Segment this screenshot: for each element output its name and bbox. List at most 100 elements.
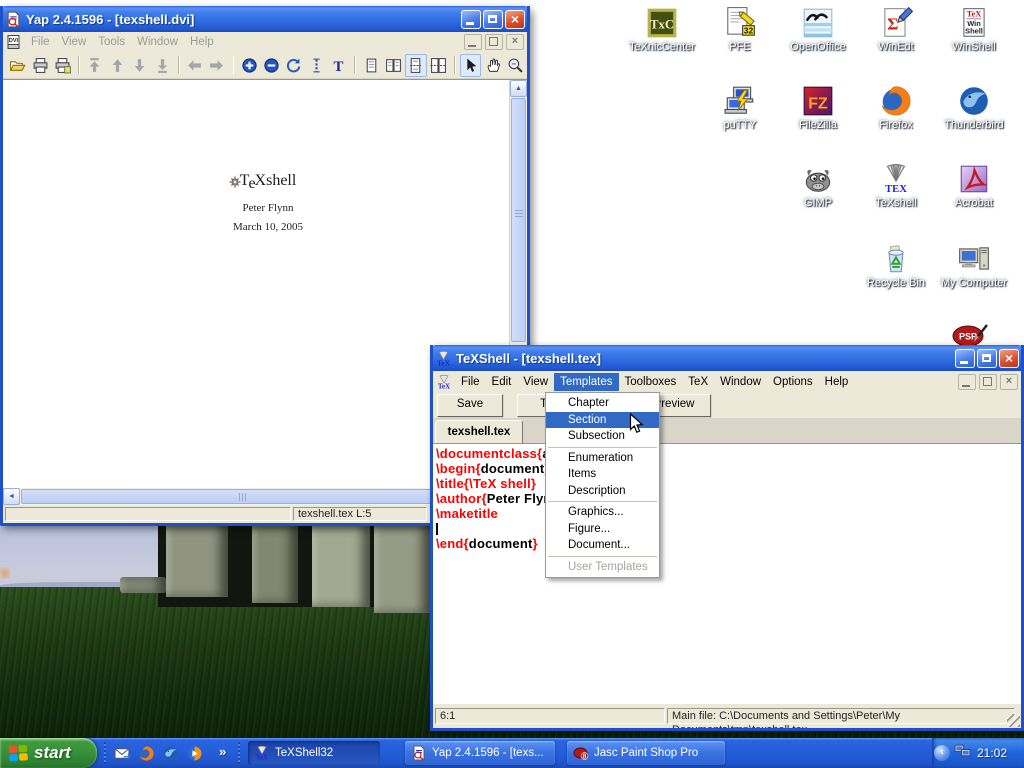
minimize-button[interactable] — [955, 349, 975, 368]
menu-item-graphics[interactable]: Graphics... — [546, 504, 659, 521]
texshell-icon: TEX — [858, 162, 934, 196]
menu-item-chapter[interactable]: Chapter — [546, 395, 659, 412]
resize-grip[interactable] — [1007, 714, 1020, 727]
texshell-menu-toolboxes[interactable]: Toolboxes — [619, 373, 683, 391]
hand-tool-icon[interactable] — [482, 54, 503, 77]
hide-tray-icons-button[interactable]: ‹ — [934, 745, 950, 761]
menu-item-user-templates[interactable]: User Templates — [546, 559, 659, 576]
texshell-menu-help[interactable]: Help — [819, 373, 855, 391]
view-single-icon[interactable] — [360, 54, 381, 77]
mdi-close-button[interactable]: × — [506, 34, 524, 50]
minimize-button[interactable] — [461, 10, 481, 29]
ruler-icon[interactable] — [306, 54, 327, 77]
zoom-out-icon[interactable] — [261, 54, 282, 77]
menu-item-subsection[interactable]: Subsection — [546, 428, 659, 445]
text-mode-icon[interactable]: T — [328, 54, 349, 77]
desktop-icon-firefox[interactable]: Firefox — [858, 84, 934, 132]
desktop-icon-putty[interactable]: puTTY — [702, 84, 778, 132]
page-up-icon[interactable] — [107, 54, 128, 77]
desktop-icon-acrobat[interactable]: Acrobat — [936, 162, 1012, 210]
desktop-icon-my-computer[interactable]: My Computer — [936, 242, 1012, 290]
print-doc-icon[interactable] — [52, 54, 73, 77]
texshell-titlebar[interactable]: TeX TeXShell - [texshell.tex] × — [430, 345, 1024, 371]
texshell-menu-file[interactable]: File — [455, 373, 486, 391]
scroll-left-button[interactable]: ◄ — [3, 488, 20, 505]
desktop-icon-label: PFE — [702, 41, 778, 54]
quick-launch-thunderbird-icon[interactable] — [162, 745, 179, 762]
texshell-menu-window[interactable]: Window — [714, 373, 767, 391]
mdi-minimize-button[interactable] — [958, 374, 976, 390]
quick-launch-media-player-icon[interactable] — [186, 745, 203, 762]
yap-menu-tools[interactable]: Tools — [92, 33, 131, 51]
texshell-menu-view[interactable]: View — [517, 373, 554, 391]
print-icon[interactable] — [29, 54, 50, 77]
back-icon[interactable] — [184, 54, 205, 77]
maximize-button[interactable] — [483, 10, 503, 29]
yap-menu-view[interactable]: View — [56, 33, 93, 51]
network-tray-icon[interactable] — [950, 742, 971, 764]
page-first-icon[interactable] — [84, 54, 105, 77]
desktop-icon-pfe[interactable]: 32PFE — [702, 6, 778, 54]
menu-item-section[interactable]: Section — [546, 412, 659, 429]
desktop-icon-filezilla[interactable]: FZFileZilla — [780, 84, 856, 132]
texshell-menu-templates[interactable]: Templates — [554, 373, 618, 391]
close-button[interactable]: × — [505, 10, 525, 29]
yap-menu-window[interactable]: Window — [131, 33, 184, 51]
taskbar-clock[interactable]: 21:02 — [977, 746, 1007, 760]
yap-menu-file[interactable]: File — [25, 33, 56, 51]
mdi-close-button[interactable]: × — [1000, 374, 1018, 390]
desktop-icon-recycle-bin[interactable]: Recycle Bin — [858, 242, 934, 290]
taskbar-button-jasc-paint-shop-pro[interactable]: 8Jasc Paint Shop Pro — [567, 741, 725, 765]
horizon-glow — [0, 567, 10, 579]
quick-launch-firefox-icon[interactable] — [138, 745, 155, 762]
editor-line: \documentclass{article} — [433, 446, 1021, 461]
close-button[interactable]: × — [999, 349, 1019, 368]
maximize-button[interactable] — [977, 349, 997, 368]
view-continuous-icon[interactable] — [405, 54, 426, 77]
code-editor[interactable]: \documentclass{article}\begin{document}\… — [433, 443, 1021, 704]
menu-item-description[interactable]: Description — [546, 483, 659, 500]
desktop-icon-texshell[interactable]: TEXTeXshell — [858, 162, 934, 210]
taskbar-button-texshell32[interactable]: TeXTeXShell32 — [248, 741, 380, 765]
desktop-icon-winshell[interactable]: TeXWinShellWinShell — [936, 6, 1012, 54]
page-last-icon[interactable] — [151, 54, 172, 77]
texshell-menu-tex[interactable]: TeX — [682, 373, 714, 391]
scrollbar-thumb[interactable] — [21, 489, 465, 504]
texshell-menu-options[interactable]: Options — [767, 373, 819, 391]
zoom-in-icon[interactable] — [238, 54, 259, 77]
desktop-icon-thunderbird[interactable]: Thunderbird — [936, 84, 1012, 132]
dvi-author-text: Peter Flynn — [163, 202, 373, 214]
menu-item-items[interactable]: Items — [546, 466, 659, 483]
save-button[interactable]: Save — [437, 394, 503, 417]
menu-item-enumeration[interactable]: Enumeration — [546, 450, 659, 467]
scroll-up-button[interactable]: ▲ — [510, 80, 527, 97]
taskbar-button-yap-2-4-1596-texs[interactable]: Yap 2.4.1596 - [texs... — [405, 741, 555, 765]
desktop-icon-openoffice[interactable]: OpenOffice — [780, 6, 856, 54]
desktop-icon-winedt[interactable]: ΣWinEdt — [858, 6, 934, 54]
view-continuous-facing-icon[interactable] — [428, 54, 449, 77]
quick-launch-overflow-chevron[interactable]: » — [219, 744, 226, 759]
forward-icon[interactable] — [206, 54, 227, 77]
mdi-restore-button[interactable] — [485, 34, 503, 50]
menu-item-figure[interactable]: Figure... — [546, 521, 659, 538]
start-button[interactable]: start — [0, 738, 97, 768]
desktop-icon-gimp[interactable]: GIMP — [780, 162, 856, 210]
menu-item-document[interactable]: Document... — [546, 537, 659, 554]
pointer-tool-icon[interactable] — [460, 54, 481, 77]
texshell-menu-edit[interactable]: Edit — [486, 373, 518, 391]
yap-menu-help[interactable]: Help — [184, 33, 220, 51]
winedt-icon: Σ — [858, 6, 934, 40]
mdi-minimize-button[interactable] — [464, 34, 482, 50]
scrollbar-thumb[interactable] — [511, 98, 526, 342]
magnifier-tool-icon[interactable] — [505, 54, 526, 77]
yap-titlebar[interactable]: Yap 2.4.1596 - [texshell.dvi] × — [0, 6, 530, 32]
page-down-icon[interactable] — [129, 54, 150, 77]
code-token: \author{ — [436, 491, 487, 506]
refresh-icon[interactable] — [283, 54, 304, 77]
desktop-icon-texniccenter[interactable]: TxCTeXnicCenter — [624, 6, 700, 54]
open-icon[interactable] — [7, 54, 28, 77]
quick-launch-mail-icon[interactable] — [114, 745, 131, 762]
view-facing-icon[interactable] — [383, 54, 404, 77]
tab-texshell-tex[interactable]: texshell.tex — [435, 420, 523, 445]
mdi-restore-button[interactable] — [979, 374, 997, 390]
